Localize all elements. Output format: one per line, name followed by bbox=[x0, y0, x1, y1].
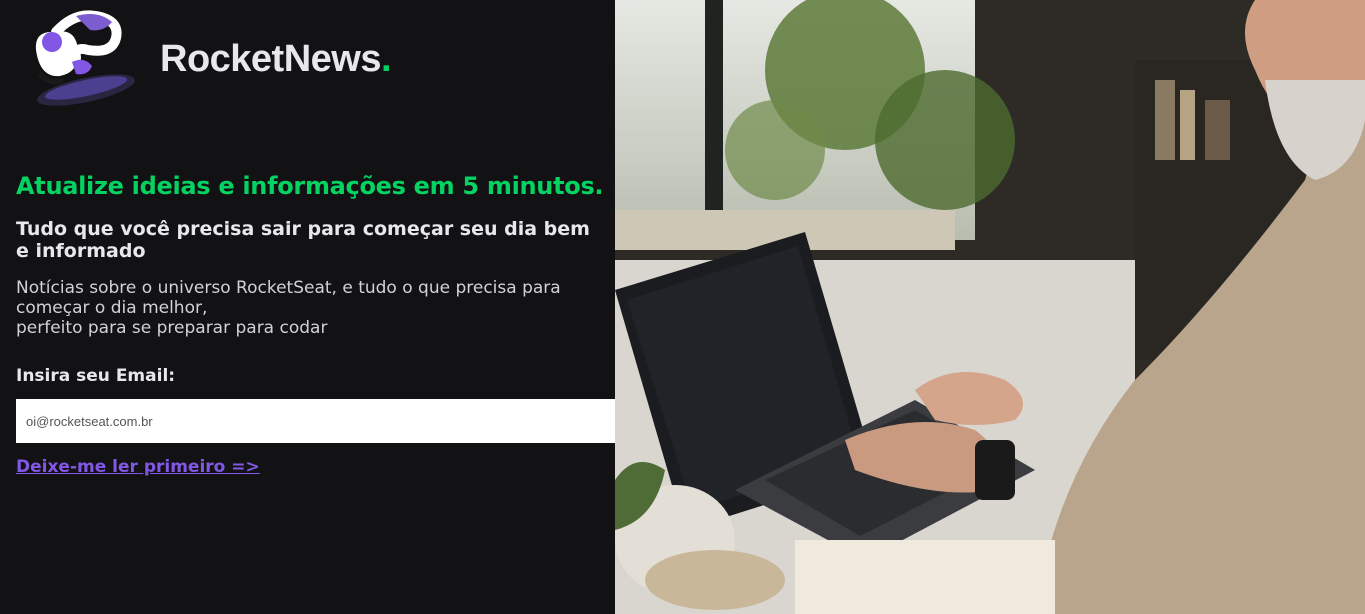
brand-name: RocketNews bbox=[160, 38, 381, 80]
hero-photo bbox=[615, 0, 1365, 614]
brand-logo: RocketNews. bbox=[160, 38, 392, 81]
email-label: Insira seu Email: bbox=[16, 366, 176, 386]
description-line-1: Notícias sobre o universo RocketSeat, e … bbox=[16, 278, 561, 318]
description-line-2: perfeito para se preparar para codar bbox=[16, 318, 328, 338]
hero-description: Notícias sobre o universo RocketSeat, e … bbox=[16, 278, 606, 338]
read-first-link[interactable]: Deixe-me ler primeiro => bbox=[16, 457, 260, 477]
brand-dot: . bbox=[380, 38, 392, 80]
hero-subheadline: Tudo que você precisa sair para começar … bbox=[16, 218, 590, 262]
logo-mascot-icon bbox=[16, 10, 136, 110]
hero-headline: Atualize ideias e informações em 5 minut… bbox=[16, 172, 604, 200]
email-input[interactable] bbox=[16, 399, 694, 443]
left-panel: RocketNews. Atualize ideias e informaçõe… bbox=[0, 0, 735, 614]
photo-man-laptop bbox=[615, 0, 1365, 614]
